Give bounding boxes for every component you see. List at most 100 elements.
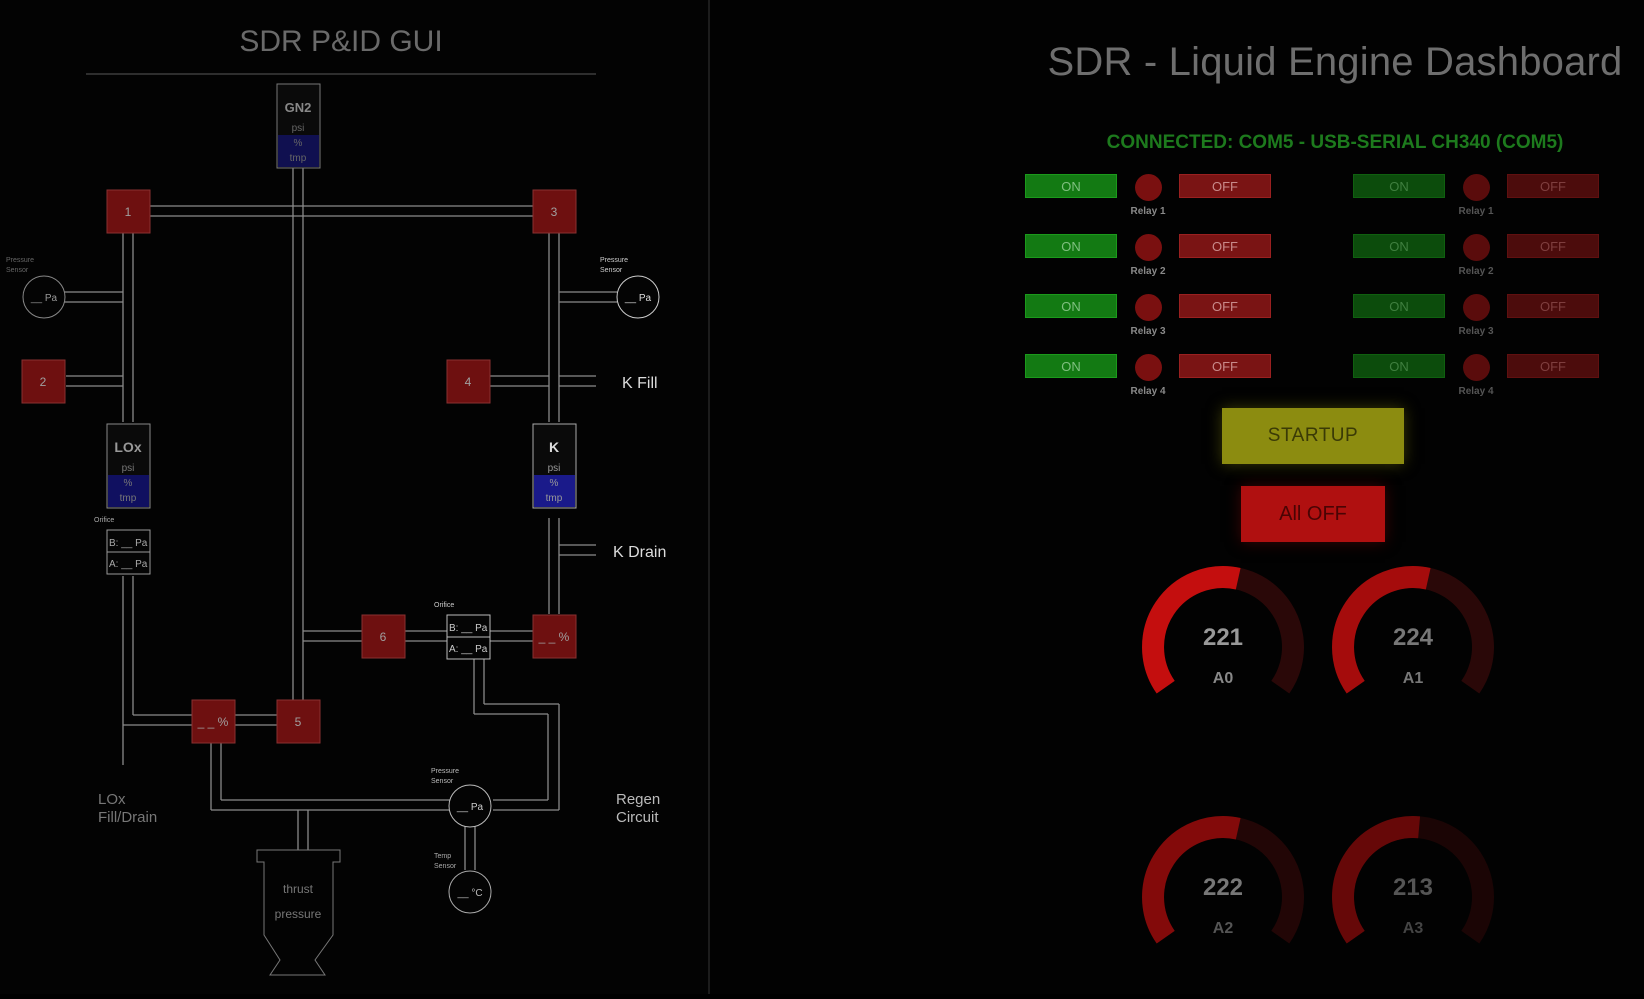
valve-k-main[interactable]: _ _ % xyxy=(532,614,577,659)
svg-text:4: 4 xyxy=(465,375,472,389)
relay-on-button[interactable]: ON xyxy=(1025,354,1117,378)
gauge-a0: 221 A0 xyxy=(1138,562,1308,712)
relay-label: Relay 1 xyxy=(1458,206,1494,217)
gauge-label: A0 xyxy=(1212,670,1234,687)
svg-text:2: 2 xyxy=(40,375,47,389)
valve-1[interactable]: 1 xyxy=(106,189,151,234)
pid-panel: .pipe { stroke:#8a8a8a; stroke-width:1.3… xyxy=(0,0,708,994)
regen-pressure-sensor: Pressure Sensor __ Pa xyxy=(431,768,492,828)
thrust-chamber: thrust pressure xyxy=(256,849,341,976)
gauge-label: A2 xyxy=(1212,920,1234,937)
relay-label: Relay 1 xyxy=(1130,206,1166,217)
dashboard-title: SDR - Liquid Engine Dashboard xyxy=(1047,40,1623,84)
svg-text:__ Pa: __ Pa xyxy=(456,802,484,813)
valve-lox-main[interactable]: _ _ % xyxy=(191,699,236,744)
svg-text:B: __ Pa: B: __ Pa xyxy=(109,538,148,549)
svg-text:pressure: pressure xyxy=(275,907,322,921)
svg-text:Sensor: Sensor xyxy=(431,778,454,785)
relay-off-button[interactable]: OFF xyxy=(1507,354,1599,378)
svg-text:1: 1 xyxy=(125,205,132,219)
lox-fill-drain-label-1: LOx xyxy=(98,791,126,808)
k-pressure-sensor: Pressure Sensor __ Pa xyxy=(600,257,660,319)
svg-text:tmp: tmp xyxy=(546,493,563,504)
startup-button[interactable]: STARTUP xyxy=(1222,408,1404,464)
svg-text:Pressure: Pressure xyxy=(431,768,459,775)
svg-text:tmp: tmp xyxy=(290,153,307,164)
pid-title: SDR P&ID GUI xyxy=(239,25,442,58)
regen-label-2: Circuit xyxy=(616,809,659,826)
gauge-value: 221 xyxy=(1202,624,1244,651)
relay-on-button[interactable]: ON xyxy=(1025,174,1117,198)
relay-off-button[interactable]: OFF xyxy=(1179,234,1271,258)
svg-text:3: 3 xyxy=(551,205,558,219)
relay-indicator xyxy=(1135,234,1162,261)
relay-indicator xyxy=(1463,234,1490,261)
svg-text:Orifice: Orifice xyxy=(94,517,114,524)
relay-indicator xyxy=(1135,354,1162,381)
valve-4[interactable]: 4 xyxy=(446,359,491,404)
pid-diagram: .pipe { stroke:#8a8a8a; stroke-width:1.3… xyxy=(6,25,666,976)
svg-text:__ Pa: __ Pa xyxy=(624,293,652,304)
relay-off-button[interactable]: OFF xyxy=(1179,174,1271,198)
relay-on-button[interactable]: ON xyxy=(1025,294,1117,318)
lox-fill-drain-label-2: Fill/Drain xyxy=(98,809,157,826)
svg-text:_ _ %: _ _ % xyxy=(538,630,570,644)
relay-off-button[interactable]: OFF xyxy=(1179,354,1271,378)
relay-label: Relay 2 xyxy=(1130,266,1166,277)
relay-label: Relay 4 xyxy=(1458,386,1494,397)
relay-on-button[interactable]: ON xyxy=(1353,294,1445,318)
relay-indicator xyxy=(1135,294,1162,321)
svg-text:A: __ Pa: A: __ Pa xyxy=(109,559,148,570)
relay-off-button[interactable]: OFF xyxy=(1507,234,1599,258)
k-fill-label: K Fill xyxy=(622,375,658,392)
relay-row: ON OFF Relay 2 xyxy=(1353,234,1601,294)
valve-5[interactable]: 5 xyxy=(276,699,321,744)
relay-off-button[interactable]: OFF xyxy=(1507,294,1599,318)
lox-orifice: Orifice B: __ Pa A: __ Pa xyxy=(94,517,151,575)
svg-text:psi: psi xyxy=(548,463,561,474)
all-off-button[interactable]: All OFF xyxy=(1241,486,1385,542)
svg-text:thrust: thrust xyxy=(283,882,314,896)
connection-status: CONNECTED: COM5 - USB-SERIAL CH340 (COM5… xyxy=(1106,132,1564,153)
svg-text:Temp: Temp xyxy=(434,853,451,860)
relay-on-button[interactable]: ON xyxy=(1353,174,1445,198)
valve-3[interactable]: 3 xyxy=(532,189,577,234)
relay-row: ON OFF Relay 1 xyxy=(1025,174,1273,234)
svg-text:LOx: LOx xyxy=(114,439,141,455)
gauge-value: 213 xyxy=(1392,874,1434,901)
svg-text:%: % xyxy=(124,478,133,489)
svg-text:psi: psi xyxy=(122,463,135,474)
k-drain-label: K Drain xyxy=(613,544,666,561)
dashboard-panel: SDR - Liquid Engine Dashboard CONNECTED:… xyxy=(710,0,1644,994)
svg-text:A: __ Pa: A: __ Pa xyxy=(449,644,488,655)
gauge-label: A1 xyxy=(1402,670,1424,687)
gn2-tank: GN2 psi % tmp xyxy=(276,83,321,169)
relay-on-button[interactable]: ON xyxy=(1353,234,1445,258)
k-tank: K psi % tmp xyxy=(532,423,577,509)
svg-text:__ °C: __ °C xyxy=(456,888,482,899)
svg-text:Pressure: Pressure xyxy=(6,257,34,264)
svg-text:psi: psi xyxy=(292,123,305,134)
regen-label-1: Regen xyxy=(616,791,660,808)
relay-row: ON OFF Relay 1 xyxy=(1353,174,1601,234)
gauge-a2: 222 A2 xyxy=(1138,812,1308,962)
gauge-value: 224 xyxy=(1392,624,1434,651)
relay-on-button[interactable]: ON xyxy=(1353,354,1445,378)
svg-text:Orifice: Orifice xyxy=(434,602,454,609)
relay-group-1: ON OFF Relay 1 ON OFF Relay 2 ON OFF Rel… xyxy=(1025,174,1273,414)
valve-6[interactable]: 6 xyxy=(361,614,406,659)
relay-row: ON OFF Relay 3 xyxy=(1025,294,1273,354)
relay-row: ON OFF Relay 3 xyxy=(1353,294,1601,354)
relay-row: ON OFF Relay 2 xyxy=(1025,234,1273,294)
valve-2[interactable]: 2 xyxy=(21,359,66,404)
relay-label: Relay 2 xyxy=(1458,266,1494,277)
temp-sensor: Temp Sensor __ °C xyxy=(434,853,492,914)
relay-on-button[interactable]: ON xyxy=(1025,234,1117,258)
relay-indicator xyxy=(1463,294,1490,321)
relay-indicator xyxy=(1463,354,1490,381)
relay-row: ON OFF Relay 4 xyxy=(1353,354,1601,414)
relay-off-button[interactable]: OFF xyxy=(1179,294,1271,318)
relay-label: Relay 3 xyxy=(1130,326,1166,337)
relay-indicator xyxy=(1463,174,1490,201)
relay-off-button[interactable]: OFF xyxy=(1507,174,1599,198)
